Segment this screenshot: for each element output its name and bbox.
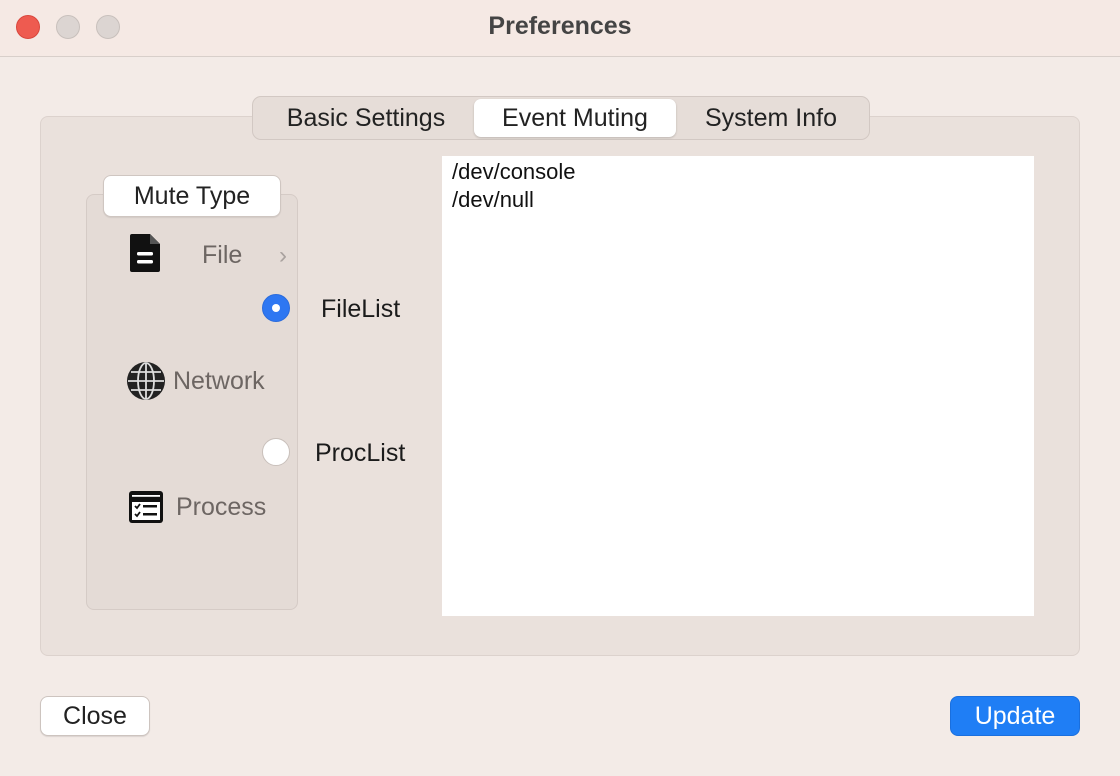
- mute-type-group: [86, 194, 298, 610]
- mute-type-process[interactable]: Process: [176, 493, 266, 522]
- tab-system-info[interactable]: System Info: [679, 99, 863, 137]
- window-title: Preferences: [488, 12, 632, 40]
- title-bar: Preferences: [0, 0, 1120, 57]
- chevron-right-icon: ›: [279, 242, 287, 269]
- process-window-icon: [129, 491, 163, 523]
- filelist-radio[interactable]: [262, 294, 290, 322]
- mute-entries-textarea[interactable]: /dev/console /dev/null: [442, 156, 1034, 616]
- document-icon: [130, 234, 160, 272]
- proclist-label[interactable]: ProcList: [315, 439, 405, 468]
- mute-type-button[interactable]: Mute Type: [103, 175, 281, 217]
- list-item: /dev/console: [452, 159, 576, 184]
- list-item: /dev/null: [452, 187, 534, 212]
- update-button[interactable]: Update: [950, 696, 1080, 736]
- proclist-radio[interactable]: [262, 438, 290, 466]
- tab-bar: Basic Settings Event Muting System Info: [252, 96, 870, 140]
- filelist-label[interactable]: FileList: [321, 295, 400, 324]
- mute-type-file[interactable]: File: [202, 241, 242, 270]
- close-button[interactable]: Close: [40, 696, 150, 736]
- tab-basic-settings[interactable]: Basic Settings: [261, 99, 471, 137]
- tab-event-muting[interactable]: Event Muting: [474, 99, 676, 137]
- mute-type-network[interactable]: Network: [173, 367, 265, 396]
- globe-icon: [127, 362, 165, 400]
